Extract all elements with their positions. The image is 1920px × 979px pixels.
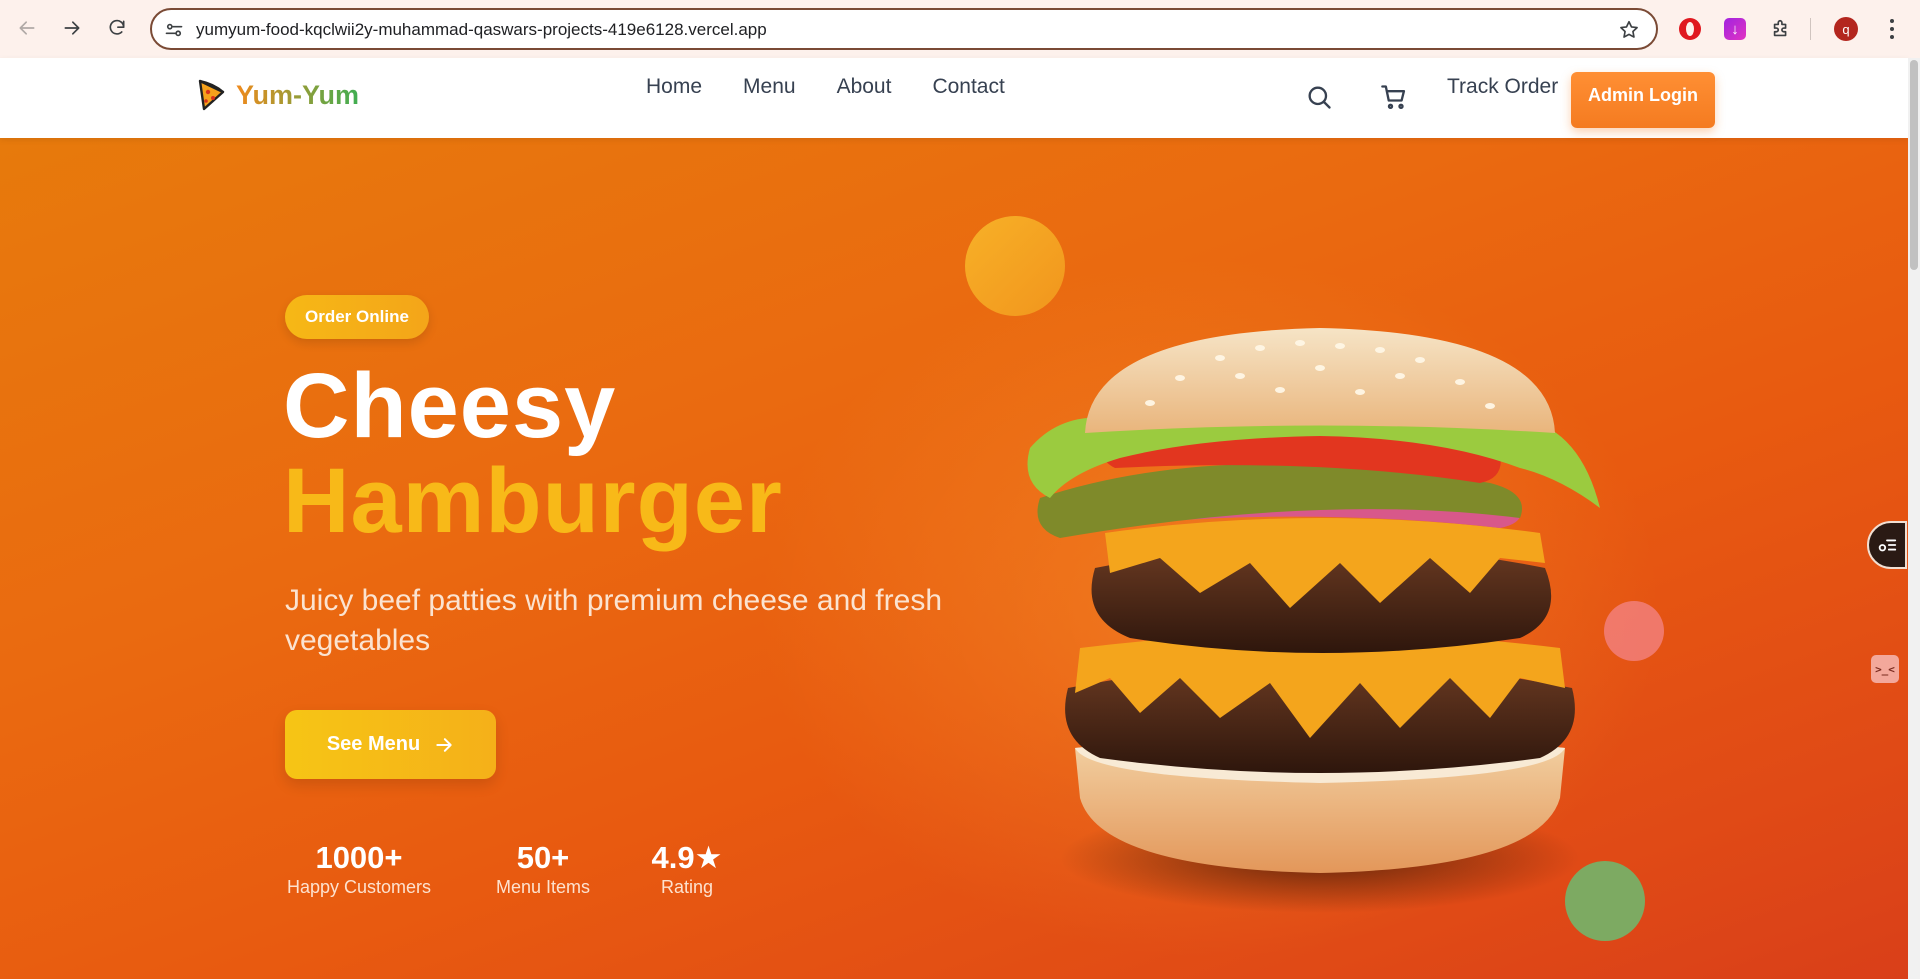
scrollbar-thumb[interactable] bbox=[1910, 60, 1918, 270]
forward-arrow-icon bbox=[64, 21, 80, 35]
nav-link-menu[interactable]: Menu bbox=[743, 75, 796, 99]
stat-menu-items: 50+ Menu Items bbox=[493, 840, 593, 898]
download-extension-button[interactable]: ↓ bbox=[1722, 16, 1748, 42]
extensions-puzzle-icon bbox=[1773, 19, 1787, 37]
site-header: Yum-Yum Home Menu About Contact Track Or… bbox=[0, 58, 1908, 138]
nav-link-contact[interactable]: Contact bbox=[932, 75, 1004, 99]
see-menu-label: See Menu bbox=[326, 733, 421, 755]
logo-text: Yum-Yum bbox=[236, 79, 360, 110]
floating-mini-widget[interactable]: >_< bbox=[1871, 655, 1899, 683]
address-bar[interactable]: yumyum-food-kqclwii2y-muhammad-qaswars-p… bbox=[150, 8, 1658, 50]
extensions-button[interactable] bbox=[1768, 16, 1794, 42]
track-order-link[interactable]: Track Order bbox=[1447, 75, 1558, 99]
site-info-icon[interactable] bbox=[164, 20, 184, 40]
stat-label: Rating bbox=[660, 877, 714, 897]
stat-happy-customers: 1000+ Happy Customers bbox=[285, 840, 433, 898]
floating-widget-button[interactable] bbox=[1867, 521, 1907, 569]
stat-value: 4.9★ bbox=[651, 840, 723, 875]
main-nav: Home Menu About Contact bbox=[646, 75, 1005, 99]
cart-icon[interactable] bbox=[1380, 83, 1408, 111]
hero-title-line1: Cheesy bbox=[283, 355, 617, 457]
bookmark-star-icon[interactable] bbox=[1618, 19, 1640, 41]
stat-value: 50+ bbox=[516, 840, 570, 875]
order-online-badge: Order Online bbox=[285, 295, 429, 339]
arrow-right-icon bbox=[436, 737, 452, 752]
toolbar-divider bbox=[1810, 18, 1811, 40]
page-scrollbar[interactable] bbox=[1908, 58, 1920, 979]
stat-label: Menu Items bbox=[495, 877, 591, 897]
hero-subtitle: Juicy beef patties with premium cheese a… bbox=[285, 584, 942, 657]
hamburger-image bbox=[1027, 328, 1600, 913]
reload-button[interactable] bbox=[102, 13, 132, 43]
admin-login-button[interactable]: Admin Login bbox=[1571, 72, 1715, 128]
forward-button[interactable] bbox=[57, 13, 87, 43]
hero-section: Order Online Cheesy Hamburger Juicy beef… bbox=[0, 138, 1908, 979]
back-button[interactable] bbox=[12, 13, 42, 43]
address-bar-url[interactable]: yumyum-food-kqclwii2y-muhammad-qaswars-p… bbox=[196, 20, 767, 40]
nav-link-about[interactable]: About bbox=[837, 75, 892, 99]
see-menu-button[interactable]: See Menu bbox=[285, 710, 496, 779]
back-arrow-icon bbox=[19, 21, 35, 35]
stat-rating: 4.9★ Rating bbox=[647, 840, 727, 898]
reload-icon bbox=[109, 19, 125, 35]
stat-label: Happy Customers bbox=[286, 877, 432, 897]
hero-title-line2: Hamburger bbox=[283, 450, 783, 552]
browser-toolbar: yumyum-food-kqclwii2y-muhammad-qaswars-p… bbox=[0, 0, 1920, 58]
decorative-yellow-circle bbox=[965, 216, 1065, 316]
download-extension-icon: ↓ bbox=[1724, 18, 1746, 40]
profile-avatar[interactable]: q bbox=[1834, 17, 1858, 41]
opera-extension-icon bbox=[1679, 18, 1701, 40]
stat-value: 1000+ bbox=[315, 840, 403, 875]
search-icon[interactable] bbox=[1305, 83, 1333, 111]
pizza-logo-icon bbox=[198, 79, 225, 111]
floating-widget-icon bbox=[1878, 539, 1897, 552]
kebab-menu-icon[interactable] bbox=[1882, 16, 1902, 42]
site-logo[interactable]: Yum-Yum bbox=[196, 78, 359, 112]
opera-extension-button[interactable] bbox=[1677, 16, 1703, 42]
nav-link-home[interactable]: Home bbox=[646, 75, 702, 99]
